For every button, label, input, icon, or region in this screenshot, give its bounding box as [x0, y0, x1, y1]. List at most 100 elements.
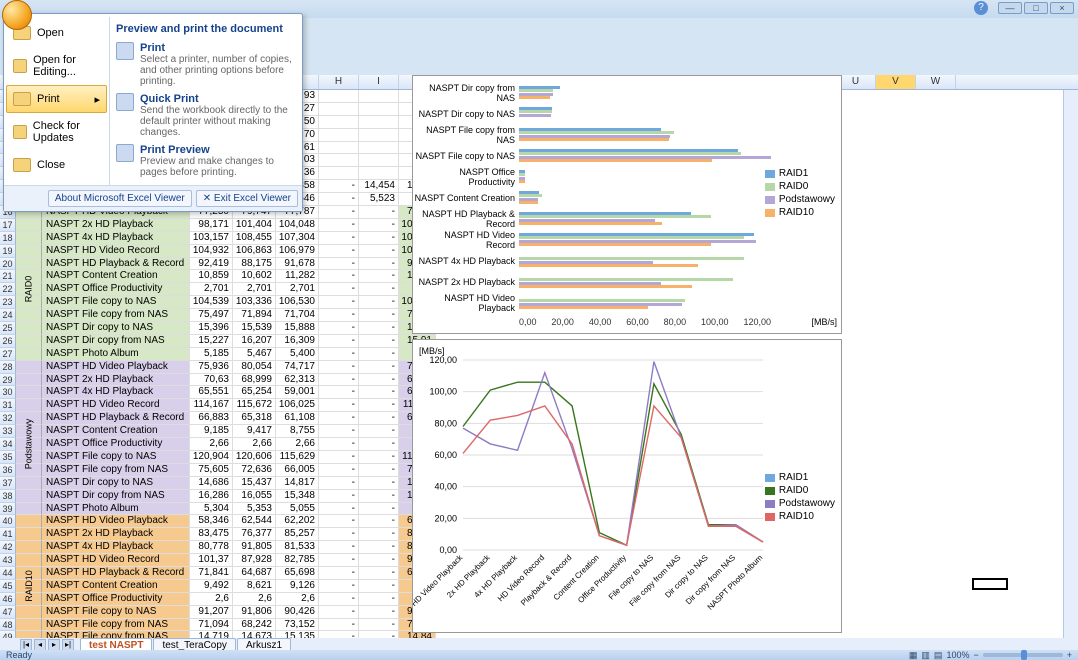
row-header[interactable]: 40 — [0, 515, 16, 528]
row-header[interactable]: 25 — [0, 322, 16, 335]
cell[interactable]: 120,606 — [233, 451, 276, 464]
cell[interactable]: 101,37 — [190, 554, 233, 567]
cell[interactable]: 91,806 — [233, 606, 276, 619]
row-header[interactable]: 45 — [0, 580, 16, 593]
cell[interactable]: 10,859 — [190, 270, 233, 283]
cell[interactable]: 70,63 — [190, 374, 233, 387]
cell[interactable]: - — [319, 361, 359, 374]
row-header[interactable]: 17 — [0, 219, 16, 232]
row-header[interactable]: 44 — [0, 567, 16, 580]
row-header[interactable]: 41 — [0, 528, 16, 541]
cell[interactable] — [319, 142, 359, 155]
cell[interactable]: 2,701 — [276, 283, 319, 296]
cell[interactable]: - — [319, 399, 359, 412]
cell[interactable]: 2,66 — [190, 438, 233, 451]
cell[interactable]: 88,175 — [233, 258, 276, 271]
cell[interactable]: - — [319, 270, 359, 283]
bar-chart[interactable]: NASPT Dir copy from NASNASPT Dir copy to… — [412, 75, 842, 334]
cell[interactable]: 104,932 — [190, 245, 233, 258]
cell[interactable]: 106,979 — [276, 245, 319, 258]
cell[interactable]: 85,257 — [276, 528, 319, 541]
cell[interactable]: - — [319, 541, 359, 554]
cell[interactable]: - — [359, 232, 399, 245]
cell[interactable]: - — [359, 206, 399, 219]
cell[interactable]: 5,400 — [276, 348, 319, 361]
cell[interactable]: - — [319, 451, 359, 464]
cell[interactable]: 115,672 — [233, 399, 276, 412]
cell[interactable]: 66,883 — [190, 412, 233, 425]
cell[interactable]: 62,202 — [276, 515, 319, 528]
cell[interactable]: 66,005 — [276, 464, 319, 477]
row-header[interactable]: 18 — [0, 232, 16, 245]
cell[interactable]: - — [359, 386, 399, 399]
col-header-I[interactable]: I — [359, 75, 399, 89]
menu-bottom-button[interactable]: About Microsoft Excel Viewer — [48, 190, 192, 207]
cell[interactable]: - — [359, 528, 399, 541]
cell[interactable]: 58,346 — [190, 515, 233, 528]
cell[interactable]: 114,167 — [190, 399, 233, 412]
cell[interactable]: - — [359, 374, 399, 387]
cell[interactable]: 106,025 — [276, 399, 319, 412]
row-header[interactable]: 38 — [0, 490, 16, 503]
col-header-U[interactable]: U — [836, 75, 876, 89]
cell[interactable]: - — [319, 232, 359, 245]
cell[interactable]: 80,778 — [190, 541, 233, 554]
cell[interactable]: 87,928 — [233, 554, 276, 567]
cell[interactable]: 68,999 — [233, 374, 276, 387]
menu-opt-quick-print[interactable]: Quick PrintSend the workbook directly to… — [114, 90, 298, 141]
cell[interactable]: 14,817 — [276, 477, 319, 490]
view-layout-icon[interactable]: ▥ — [921, 650, 930, 660]
cell[interactable]: - — [359, 580, 399, 593]
cell[interactable]: 2,6 — [276, 593, 319, 606]
row-header[interactable]: 31 — [0, 399, 16, 412]
cell[interactable]: - — [319, 567, 359, 580]
row-header[interactable]: 47 — [0, 606, 16, 619]
cell[interactable]: - — [359, 541, 399, 554]
cell[interactable]: - — [359, 464, 399, 477]
cell[interactable]: 14,686 — [190, 477, 233, 490]
cell[interactable]: - — [359, 477, 399, 490]
row-header[interactable]: 35 — [0, 451, 16, 464]
cell[interactable]: - — [359, 258, 399, 271]
cell[interactable]: 2,701 — [190, 283, 233, 296]
cell[interactable]: 5,185 — [190, 348, 233, 361]
cell[interactable]: - — [359, 438, 399, 451]
row-header[interactable]: 39 — [0, 503, 16, 516]
row-header[interactable]: 19 — [0, 245, 16, 258]
cell[interactable]: 15,888 — [276, 322, 319, 335]
cell[interactable]: 107,304 — [276, 232, 319, 245]
cell[interactable]: 65,318 — [233, 412, 276, 425]
cell[interactable]: 104,539 — [190, 296, 233, 309]
row-header[interactable]: 34 — [0, 438, 16, 451]
cell[interactable]: 120,904 — [190, 451, 233, 464]
cell[interactable]: - — [319, 386, 359, 399]
line-chart[interactable]: 0,0020,0040,0060,0080,00100,00120,00HD V… — [412, 339, 842, 633]
cell[interactable]: 2,6 — [190, 593, 233, 606]
cell[interactable]: - — [359, 270, 399, 283]
cell[interactable]: 61,108 — [276, 412, 319, 425]
row-header[interactable]: 37 — [0, 477, 16, 490]
cell[interactable]: 2,66 — [233, 438, 276, 451]
view-break-icon[interactable]: ▤ — [934, 650, 943, 660]
cell[interactable]: 65,698 — [276, 567, 319, 580]
menu-item-close[interactable]: Close — [6, 151, 107, 179]
cell[interactable]: 91,805 — [233, 541, 276, 554]
cell[interactable]: 75,605 — [190, 464, 233, 477]
cell[interactable]: - — [359, 451, 399, 464]
col-header-H[interactable]: H — [319, 75, 359, 89]
menu-opt-print-preview[interactable]: Print PreviewPreview and make changes to… — [114, 141, 298, 181]
cell[interactable]: - — [319, 477, 359, 490]
cell[interactable] — [319, 154, 359, 167]
cell[interactable]: 9,185 — [190, 425, 233, 438]
cell[interactable]: - — [319, 374, 359, 387]
cell[interactable]: 82,785 — [276, 554, 319, 567]
cell[interactable]: - — [359, 361, 399, 374]
cell[interactable]: 103,336 — [233, 296, 276, 309]
row-header[interactable]: 36 — [0, 464, 16, 477]
cell[interactable]: 5,055 — [276, 503, 319, 516]
cell[interactable]: 71,094 — [190, 619, 233, 632]
cell[interactable]: - — [359, 309, 399, 322]
cell[interactable]: 68,242 — [233, 619, 276, 632]
cell[interactable]: - — [359, 515, 399, 528]
row-header[interactable]: 28 — [0, 361, 16, 374]
